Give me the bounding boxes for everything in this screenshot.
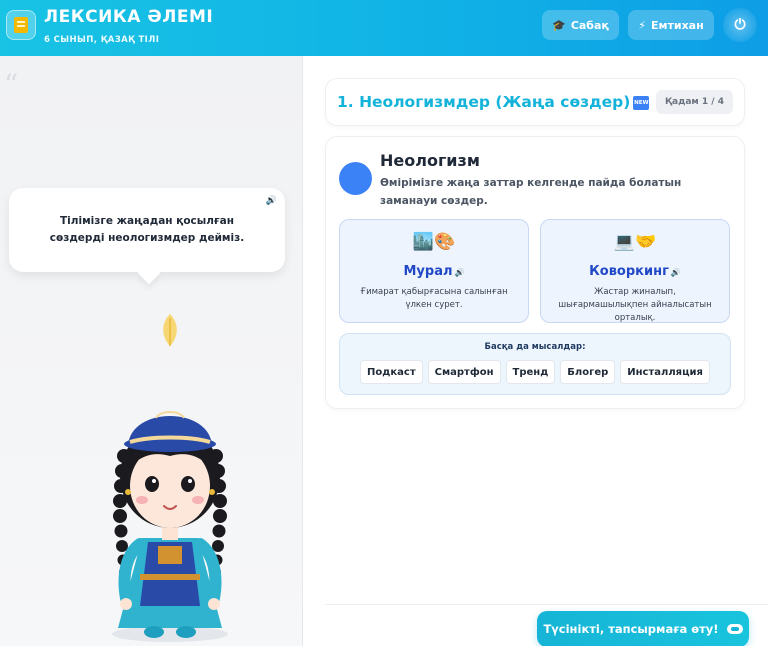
- continue-button-label: Түсінікті, тапсырмаға өту!: [543, 622, 719, 636]
- example-card-mural[interactable]: 🏙️🎨 Мурал 🔊 Ғимарат қабырғасына салынған …: [339, 219, 529, 323]
- example-chip[interactable]: Инсталляция: [620, 360, 710, 384]
- step-title-text: 1. Неологизмдер (Жаңа сөздер): [337, 93, 631, 111]
- more-examples-box: Басқа да мысалдар: Подкаст Смартфон Трен…: [339, 333, 731, 395]
- example-description: Ғимарат қабырғасына салынған үлкен сурет…: [360, 287, 508, 310]
- example-word-text: Коворкинг: [589, 264, 669, 279]
- character-illustration: [112, 314, 228, 642]
- more-examples-title: Басқа да мысалдар:: [484, 342, 586, 352]
- term-definition: Өмірімізге жаңа заттар келгенде пайда бо…: [380, 177, 682, 207]
- exam-button[interactable]: ⚡ Емтихан: [628, 10, 714, 40]
- footer-divider: [325, 604, 768, 605]
- speech-bubble: 🔊 Тілімізге жаңадан қосылған сөздерді не…: [9, 188, 285, 272]
- gamepad-icon: [726, 624, 743, 634]
- graduation-cap-icon: 🎓: [552, 18, 566, 32]
- cityscape-palette-icon: 🏙️🎨: [412, 232, 456, 252]
- more-examples-chips: Подкаст Смартфон Тренд Блогер Инсталляци…: [340, 360, 730, 384]
- character-panel: “ 🔊 Тілімізге жаңадан қосылған сөздерді …: [0, 56, 303, 646]
- step-counter: Қадам 1 / 4: [656, 90, 733, 114]
- lightning-icon: ⚡: [638, 18, 646, 32]
- app-subtitle: 6 СЫНЫП, ҚАЗАҚ ТІЛІ: [44, 35, 160, 45]
- term-title: Неологизм: [380, 151, 480, 170]
- example-chip[interactable]: Смартфон: [427, 360, 501, 384]
- speaker-icon[interactable]: 🔊: [671, 268, 681, 277]
- step-title: 1. Неологизмдер (Жаңа сөздер) NEW: [337, 93, 650, 111]
- example-word: Коворкинг 🔊: [541, 264, 729, 279]
- term-icon: [339, 162, 372, 195]
- lesson-content-panel: 1. Неологизмдер (Жаңа сөздер) NEW Қадам 1…: [304, 56, 768, 646]
- example-word-text: Мурал: [403, 264, 453, 279]
- laptop-handshake-icon: 💻🤝: [613, 232, 657, 252]
- step-header-card: 1. Неологизмдер (Жаңа сөздер) NEW Қадам 1…: [325, 78, 745, 126]
- example-description: Жастар жиналып, шығармашылықпен айналыса…: [558, 287, 712, 323]
- example-word: Мурал 🔊: [340, 264, 528, 279]
- book-logo-icon: [6, 10, 36, 40]
- lesson-button-label: Сабақ: [570, 18, 609, 32]
- exam-button-label: Емтихан: [651, 18, 704, 32]
- lesson-button[interactable]: 🎓 Сабақ: [542, 10, 619, 40]
- speech-bubble-text: Тілімізге жаңадан қосылған сөздерді неол…: [49, 215, 245, 244]
- speaker-icon[interactable]: 🔊: [266, 196, 277, 206]
- example-chip[interactable]: Подкаст: [360, 360, 423, 384]
- term-card: Неологизм Өмірімізге жаңа заттар келгенд…: [325, 136, 745, 409]
- power-icon: ⏻: [734, 17, 746, 33]
- example-chip[interactable]: Блогер: [560, 360, 616, 384]
- speaker-icon[interactable]: 🔊: [455, 268, 465, 277]
- app-title: ЛЕКСИКА ӘЛЕМІ: [44, 7, 214, 27]
- app-header: ЛЕКСИКА ӘЛЕМІ 6 СЫНЫП, ҚАЗАҚ ТІЛІ 🎓 Саба…: [0, 0, 768, 56]
- example-chip[interactable]: Тренд: [505, 360, 556, 384]
- power-button[interactable]: ⏻: [723, 8, 757, 42]
- new-badge-icon: NEW: [633, 95, 650, 110]
- continue-to-task-button[interactable]: Түсінікті, тапсырмаға өту!: [537, 611, 749, 646]
- example-card-coworking[interactable]: 💻🤝 Коворкинг 🔊 Жастар жиналып, шығармашыл…: [540, 219, 730, 323]
- quote-mark-icon: “: [4, 68, 19, 101]
